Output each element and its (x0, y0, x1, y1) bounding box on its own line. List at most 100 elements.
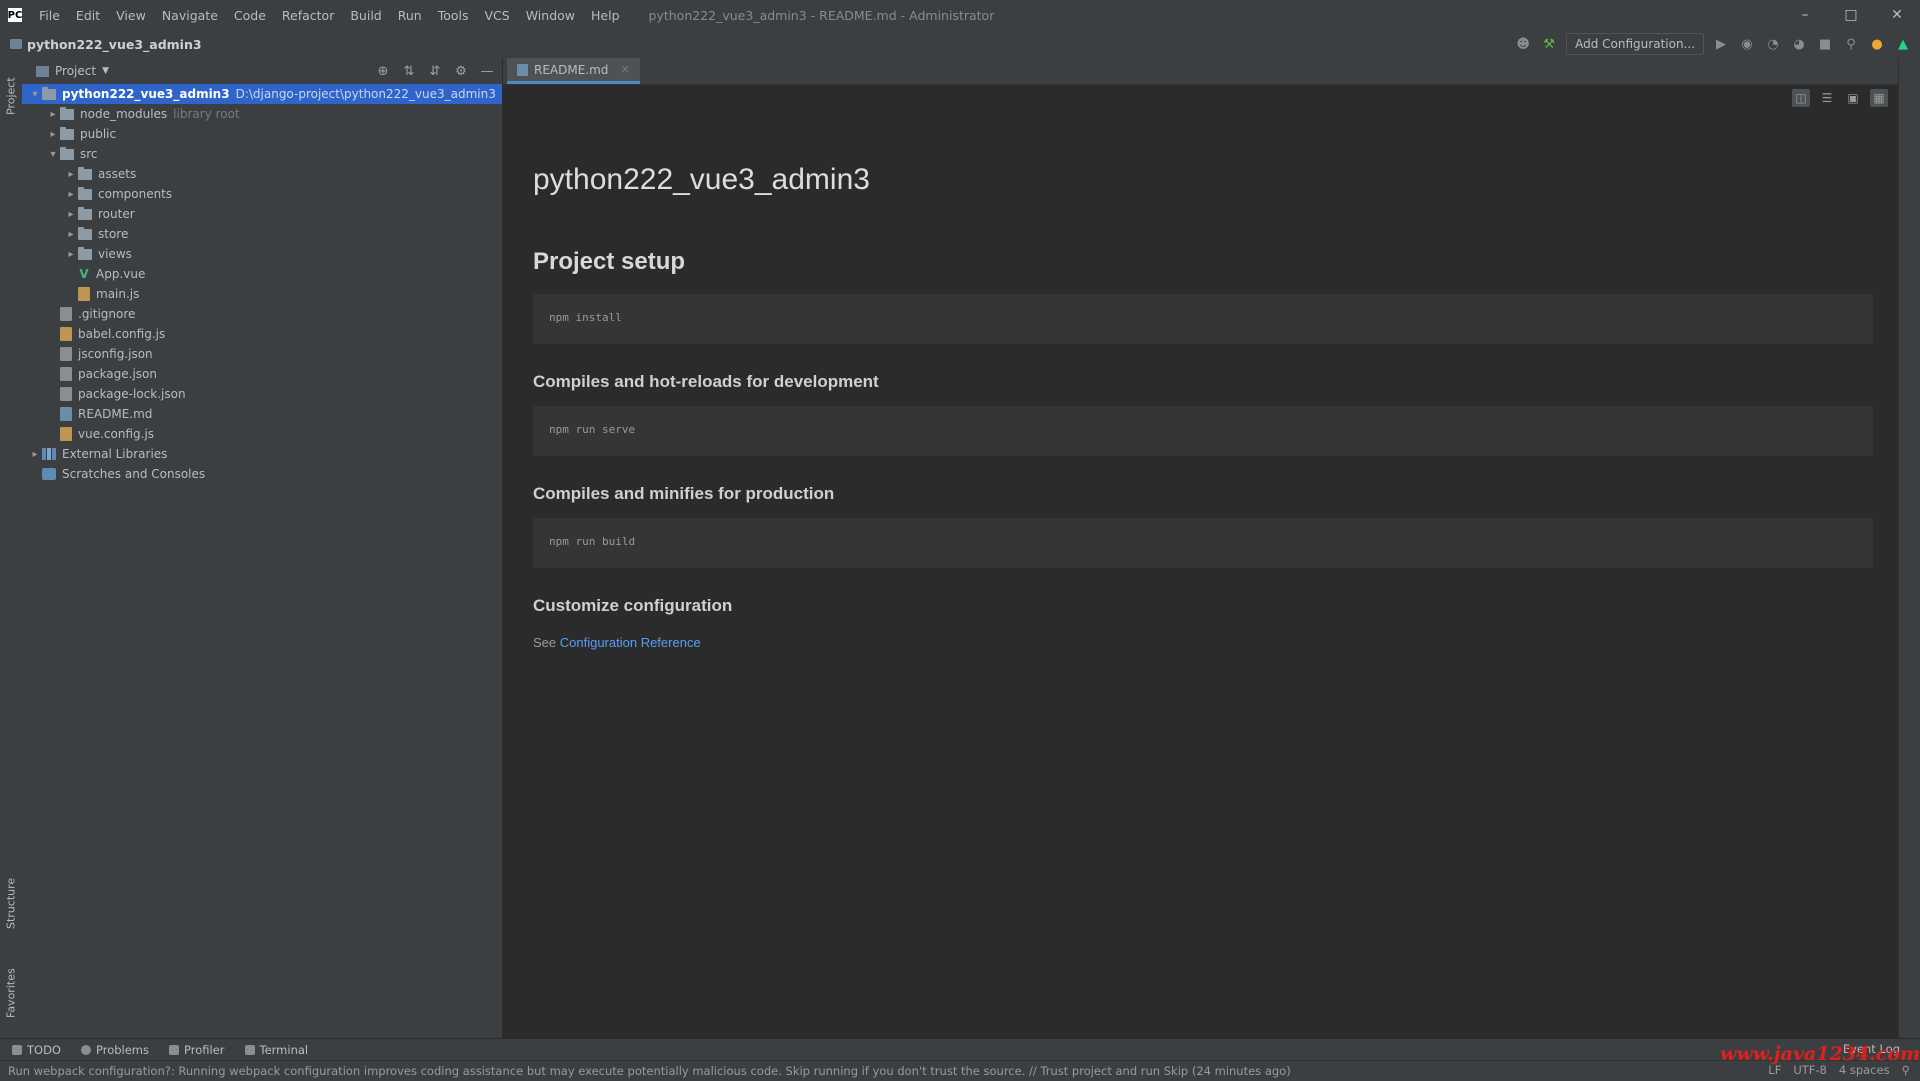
tree-item-app-vue[interactable]: V App.vue (22, 264, 502, 284)
heading-project-setup: Project setup (533, 248, 686, 275)
tree-item-router[interactable]: ▸ router (22, 204, 502, 224)
see-text: See (533, 635, 560, 650)
markdown-preview: ◫ ☰ ▣ ▦ python222_vue3_admin3 Project se… (503, 85, 1898, 1038)
chevron-right-icon[interactable]: ▸ (64, 249, 78, 260)
title-bar: PC File Edit View Navigate Code Refactor… (0, 0, 1920, 31)
lock-icon[interactable]: ⚲ (1902, 1063, 1910, 1077)
add-configuration-button[interactable]: Add Configuration... (1566, 33, 1704, 55)
menu-navigate[interactable]: Navigate (155, 8, 225, 23)
split-view-icon[interactable]: ☰ (1818, 89, 1836, 107)
window-title: python222_vue3_admin3 - README.md - Admi… (648, 7, 995, 23)
menu-vcs[interactable]: VCS (478, 8, 517, 23)
coverage-icon[interactable]: ◔ (1764, 35, 1782, 53)
chevron-down-icon[interactable]: ▾ (28, 89, 42, 100)
tree-item-python222-vue3-admin3[interactable]: ▾ python222_vue3_admin3 D:\django-project\… (22, 84, 502, 104)
encoding-indicator[interactable]: UTF-8 (1793, 1063, 1827, 1077)
user-icon[interactable]: ☻ (1514, 35, 1532, 53)
profile-icon[interactable]: ◕ (1790, 35, 1808, 53)
tree-item-readme-md[interactable]: README.md (22, 404, 502, 424)
layout-icon[interactable]: ▦ (1870, 89, 1888, 107)
menu-run[interactable]: Run (391, 8, 429, 23)
tree-item-views[interactable]: ▸ views (22, 244, 502, 264)
tree-item-babel-config-js[interactable]: babel.config.js (22, 324, 502, 344)
js-file-icon (60, 327, 72, 341)
tree-item-package-lock-json[interactable]: package-lock.json (22, 384, 502, 404)
code-block-serve: npm run serve (533, 406, 1873, 456)
tree-item-node-modules[interactable]: ▸ node_modules library root (22, 104, 502, 124)
menu-tools[interactable]: Tools (431, 8, 476, 23)
search-icon[interactable]: ⚲ (1842, 35, 1860, 53)
project-panel-title: Project (55, 64, 97, 78)
chevron-right-icon[interactable]: ▸ (46, 109, 60, 120)
tree-item-jsconfig-json[interactable]: jsconfig.json (22, 344, 502, 364)
chevron-down-icon[interactable]: ▾ (46, 149, 60, 160)
locate-file-icon[interactable]: ⊕ (374, 62, 392, 80)
menu-code[interactable]: Code (227, 8, 273, 23)
menu-refactor[interactable]: Refactor (275, 8, 341, 23)
maximize-button[interactable]: □ (1828, 0, 1874, 30)
project-view-selector[interactable]: Project ▼ (36, 64, 109, 78)
configuration-reference-link[interactable]: Configuration Reference (560, 635, 701, 650)
tree-item-assets[interactable]: ▸ assets (22, 164, 502, 184)
run-icon[interactable]: ▶ (1712, 35, 1730, 53)
gear-icon[interactable]: ⚙ (452, 62, 470, 80)
tab-readme[interactable]: README.md ✕ (507, 58, 640, 84)
project-tool-tab[interactable]: Project (0, 66, 22, 126)
json-file-icon (60, 347, 72, 361)
build-hammer-icon[interactable]: ⚒ (1540, 35, 1558, 53)
tree-item-src[interactable]: ▾ src (22, 144, 502, 164)
menu-window[interactable]: Window (519, 8, 582, 23)
preview-mode-toolbar: ◫ ☰ ▣ ▦ (1792, 89, 1888, 107)
left-tool-stripe: Project Structure Favorites (0, 58, 23, 1038)
debug-icon[interactable]: ◉ (1738, 35, 1756, 53)
tree-item-gitignore[interactable]: .gitignore (22, 304, 502, 324)
menu-file[interactable]: File (32, 8, 67, 23)
tree-item-vue-config-js[interactable]: vue.config.js (22, 424, 502, 444)
close-window-button[interactable]: ✕ (1874, 0, 1920, 30)
tree-item-scratches-and-consoles[interactable]: Scratches and Consoles (22, 464, 502, 484)
chevron-right-icon[interactable]: ▸ (46, 129, 60, 140)
minimize-button[interactable]: – (1782, 0, 1828, 30)
tree-item-public[interactable]: ▸ public (22, 124, 502, 144)
menu-bar: File Edit View Navigate Code Refactor Bu… (32, 8, 627, 23)
code-block-install: npm install (533, 294, 1873, 344)
chevron-right-icon[interactable]: ▸ (64, 169, 78, 180)
stop-icon[interactable]: ■ (1816, 35, 1834, 53)
jetbrains-toolbox-icon[interactable]: ▲ (1894, 35, 1912, 53)
tree-item-label: .gitignore (78, 307, 136, 321)
menu-view[interactable]: View (109, 8, 153, 23)
status-message[interactable]: Run webpack configuration?: Running webp… (8, 1064, 1291, 1078)
update-icon[interactable]: ● (1868, 35, 1886, 53)
expand-all-icon[interactable]: ⇅ (400, 62, 418, 80)
terminal-icon (244, 1045, 255, 1055)
tree-item-package-json[interactable]: package.json (22, 364, 502, 384)
tree-item-components[interactable]: ▸ components (22, 184, 502, 204)
close-tab-icon[interactable]: ✕ (620, 63, 629, 76)
chevron-right-icon[interactable]: ▸ (64, 209, 78, 220)
js-file-icon (78, 287, 90, 301)
profiler-tab[interactable]: Profiler (169, 1043, 225, 1057)
todo-tab[interactable]: TODO (12, 1043, 61, 1057)
line-separator-indicator[interactable]: LF (1768, 1063, 1781, 1077)
collapse-all-icon[interactable]: ⇵ (426, 62, 444, 80)
chevron-right-icon[interactable]: ▸ (64, 229, 78, 240)
hide-panel-icon[interactable]: — (478, 62, 496, 80)
favorites-tool-tab[interactable]: Favorites (0, 958, 22, 1028)
menu-edit[interactable]: Edit (69, 8, 107, 23)
folder-icon (78, 226, 92, 240)
indent-indicator[interactable]: 4 spaces (1839, 1063, 1890, 1077)
tree-item-main-js[interactable]: main.js (22, 284, 502, 304)
tree-item-store[interactable]: ▸ store (22, 224, 502, 244)
structure-tool-tab[interactable]: Structure (0, 868, 22, 938)
menu-help[interactable]: Help (584, 8, 627, 23)
chevron-right-icon[interactable]: ▸ (64, 189, 78, 200)
vue-file-icon: V (79, 267, 89, 281)
problems-tab[interactable]: Problems (80, 1043, 149, 1057)
tree-item-external-libraries[interactable]: ▸ External Libraries (22, 444, 502, 464)
preview-only-icon[interactable]: ▣ (1844, 89, 1862, 107)
menu-build[interactable]: Build (343, 8, 388, 23)
terminal-tab[interactable]: Terminal (244, 1043, 308, 1057)
editor-only-icon[interactable]: ◫ (1792, 89, 1810, 107)
breadcrumb-project[interactable]: python222_vue3_admin3 (27, 37, 202, 52)
chevron-right-icon[interactable]: ▸ (28, 449, 42, 460)
